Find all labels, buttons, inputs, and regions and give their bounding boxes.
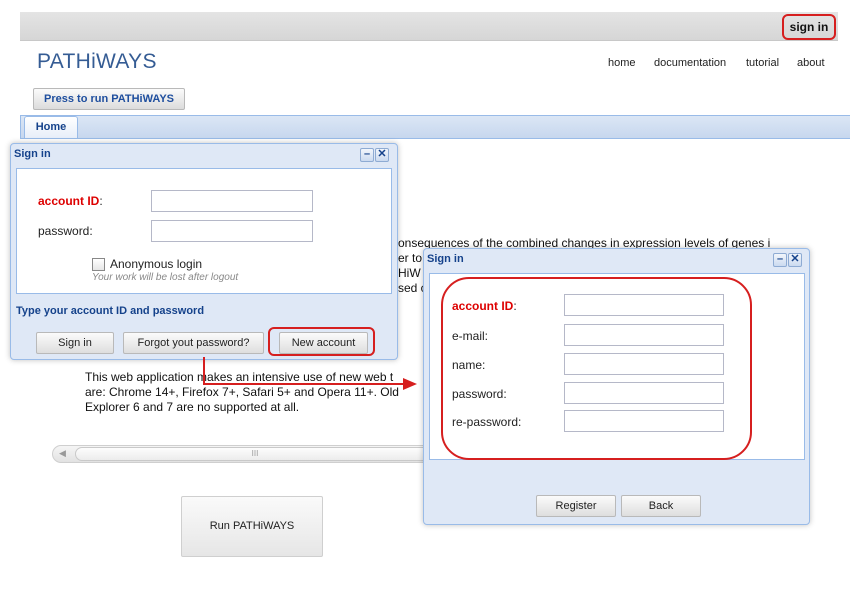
highlight-new-account bbox=[268, 327, 375, 356]
app-logo: PATHiWAYS bbox=[37, 50, 157, 74]
minimize-icon[interactable]: – bbox=[773, 253, 787, 267]
close-icon[interactable]: ✕ bbox=[375, 148, 389, 162]
run-pathiways-button[interactable]: Run PATHiWAYS bbox=[181, 496, 323, 557]
press-to-run-button[interactable]: Press to run PATHiWAYS bbox=[33, 88, 185, 110]
horizontal-scrollbar[interactable]: ◀ III bbox=[52, 445, 435, 463]
back-button[interactable]: Back bbox=[621, 495, 701, 517]
logo-text: PATHiWAYS bbox=[37, 50, 157, 73]
anonymous-login-note: Your work will be lost after logout bbox=[92, 272, 239, 283]
anonymous-login-checkbox[interactable] bbox=[92, 258, 105, 271]
account-id-label-text: account ID bbox=[38, 194, 100, 208]
anonymous-login-label[interactable]: Anonymous login bbox=[110, 257, 202, 271]
window-title[interactable]: Sign in bbox=[424, 249, 809, 271]
sign-in-link[interactable]: sign in bbox=[782, 14, 836, 40]
tab-bar bbox=[20, 115, 850, 139]
nav-tutorial[interactable]: tutorial bbox=[746, 57, 779, 69]
account-id-label: account ID: bbox=[38, 194, 103, 208]
account-id-input[interactable] bbox=[151, 190, 313, 212]
nav-home[interactable]: home bbox=[608, 57, 636, 69]
close-icon[interactable]: ✕ bbox=[788, 253, 802, 267]
status-message: Type your account ID and password bbox=[16, 305, 205, 317]
sign-in-button[interactable]: Sign in bbox=[36, 332, 114, 354]
scroll-left-arrow-icon[interactable]: ◀ bbox=[59, 448, 66, 459]
window-controls: – ✕ bbox=[773, 253, 802, 267]
background-text-fragment: HiW bbox=[398, 266, 421, 280]
account-id-colon: : bbox=[99, 194, 103, 208]
minimize-icon[interactable]: – bbox=[360, 148, 374, 162]
background-text-fragment: er to bbox=[398, 251, 423, 265]
arrow-connector bbox=[203, 357, 417, 390]
forgot-password-button[interactable]: Forgot yout password? bbox=[123, 332, 264, 354]
window-title[interactable]: Sign in bbox=[11, 144, 397, 166]
register-button[interactable]: Register bbox=[536, 495, 616, 517]
window-controls: – ✕ bbox=[360, 148, 389, 162]
password-label: password: bbox=[38, 224, 93, 238]
top-bar bbox=[20, 12, 838, 41]
highlight-register-fields bbox=[441, 277, 752, 460]
tab-home[interactable]: Home bbox=[24, 116, 78, 138]
password-input[interactable] bbox=[151, 220, 313, 242]
nav-documentation[interactable]: documentation bbox=[654, 57, 726, 69]
scrollbar-thumb[interactable]: III bbox=[75, 447, 435, 461]
browser-note-line: Explorer 6 and 7 are no supported at all… bbox=[85, 400, 300, 414]
nav-about[interactable]: about bbox=[797, 57, 825, 69]
